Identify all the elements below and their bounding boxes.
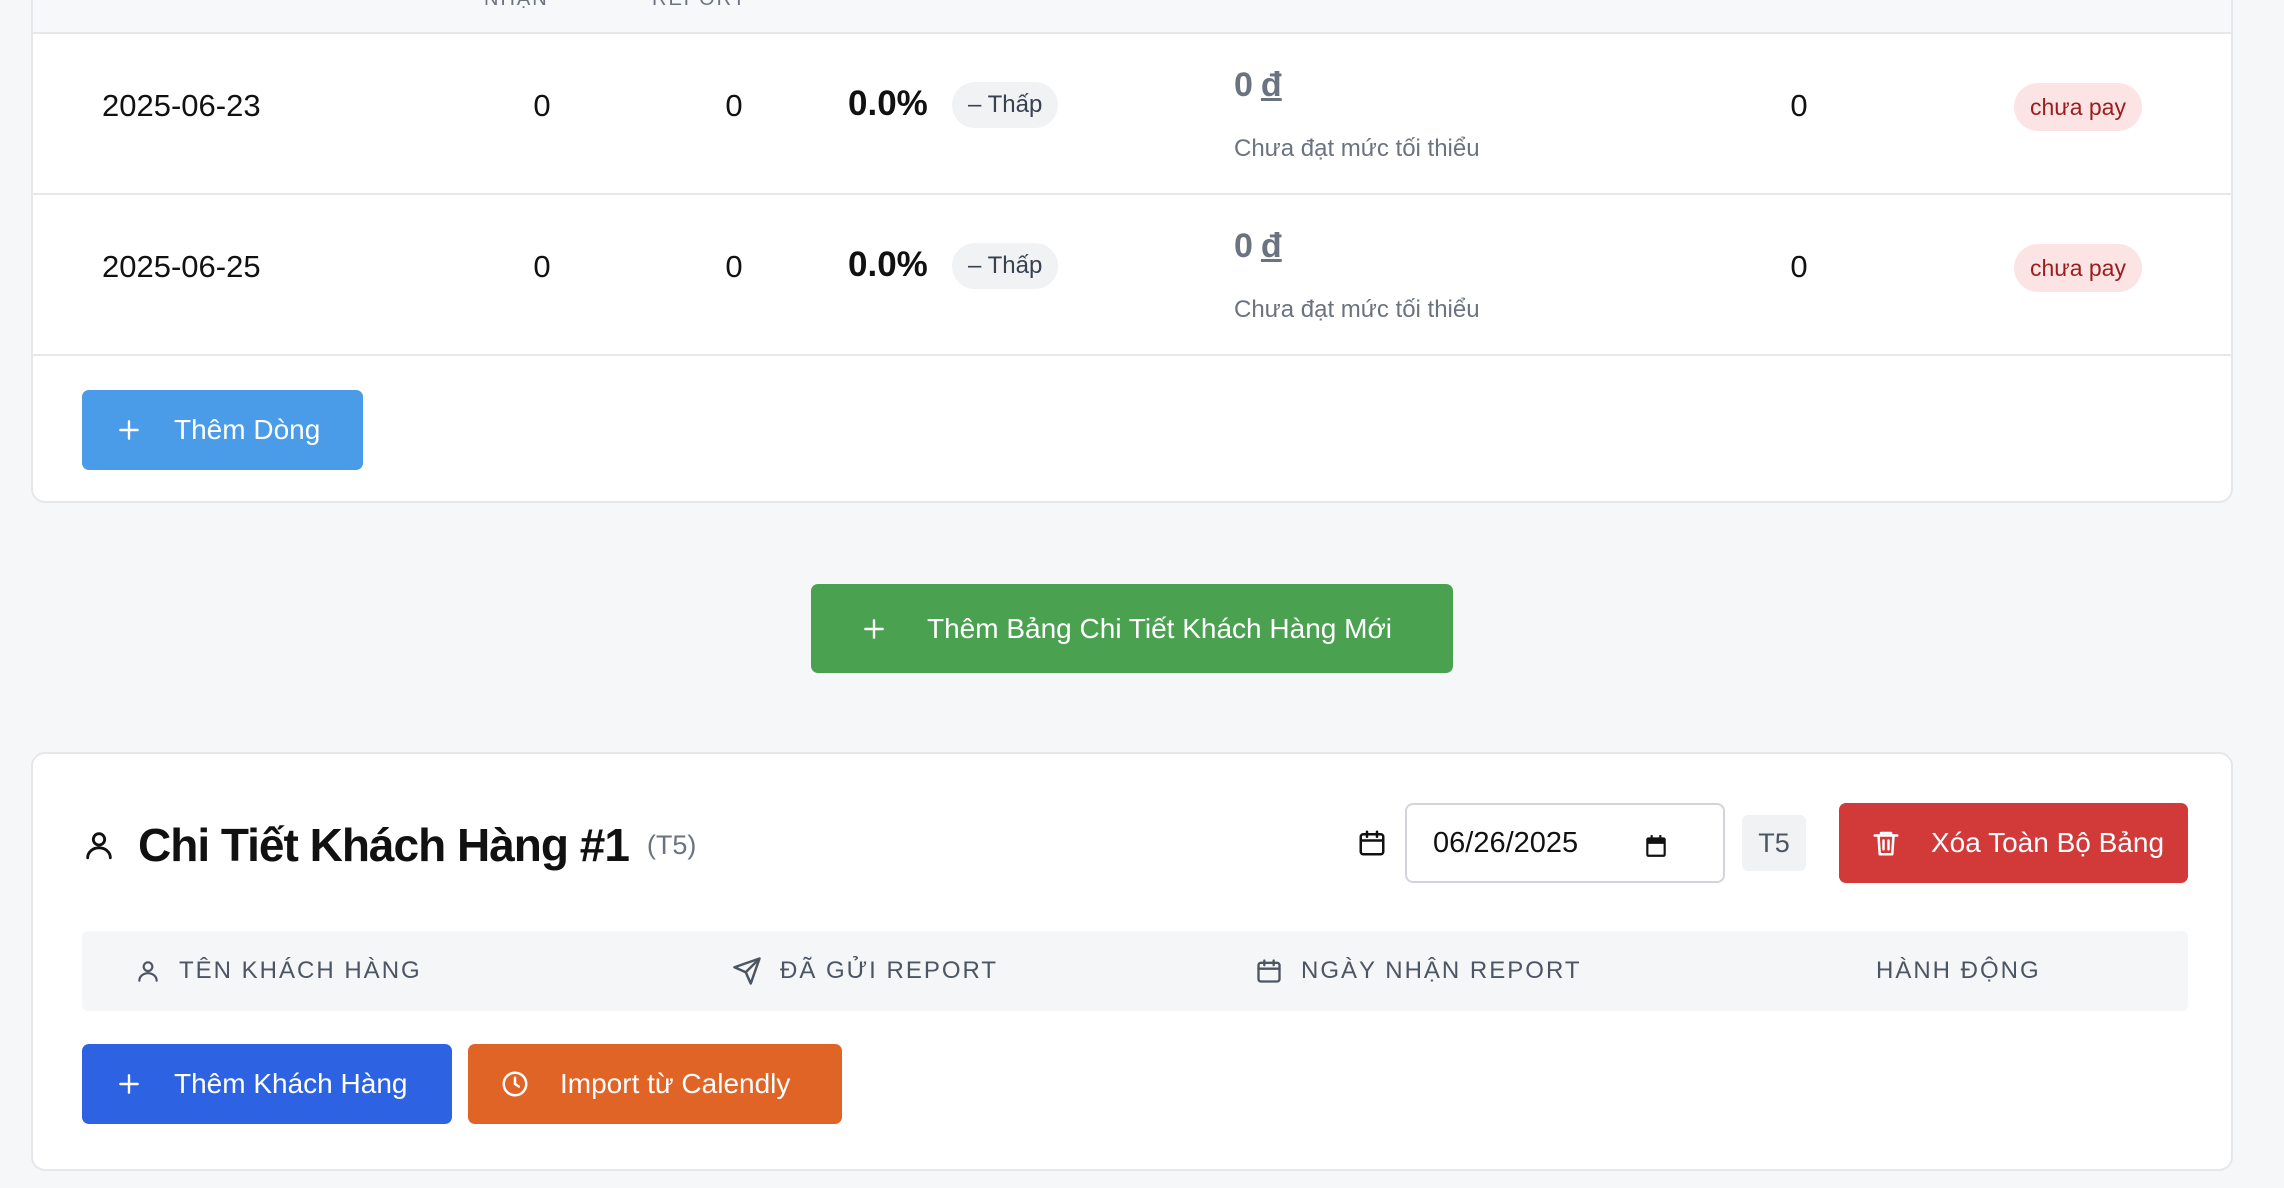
calendar-icon	[1257, 959, 1281, 983]
currency-symbol: đ	[1260, 66, 1282, 104]
column-header-action: HÀNH ĐỘNG	[1876, 931, 2041, 1011]
header-partial-report: REPORT	[652, 0, 747, 11]
row-date: 2025-06-23	[102, 88, 261, 123]
level-label: Thấp	[987, 91, 1043, 118]
column-header-label: NGÀY NHẬN REPORT	[1301, 957, 1582, 984]
daily-report-table-card: NHẬN REPORT 2025-06-23 0 0 0.0% – Thấp 0…	[31, 0, 2233, 503]
user-icon	[138, 961, 158, 982]
delete-table-label: Xóa Toàn Bộ Bảng	[1931, 827, 2165, 858]
row-rate: 0.0%	[848, 245, 928, 284]
row-value-2: 0	[725, 88, 743, 123]
date-field[interactable]: 06/26/2025	[1405, 803, 1725, 883]
add-row-label: Thêm Dòng	[174, 414, 321, 445]
row-value-1: 0	[533, 88, 551, 123]
calendar-icon	[1359, 830, 1385, 856]
add-customer-table-label: Thêm Bảng Chi Tiết Khách Hàng Mới	[927, 612, 1393, 644]
delete-table-button[interactable]: Xóa Toàn Bộ Bảng	[1839, 803, 2188, 883]
add-customer-table-button[interactable]: Thêm Bảng Chi Tiết Khách Hàng Mới	[811, 584, 1453, 673]
row-date: 2025-06-25	[102, 249, 261, 284]
row-amount: 0đ	[1234, 227, 1282, 266]
row-count: 0	[1790, 249, 1808, 284]
trash-icon	[1873, 831, 1899, 856]
plus-icon	[119, 1074, 139, 1094]
table-header-strip: NHẬN REPORT	[33, 0, 2231, 34]
status-badge: chưa pay	[2014, 244, 2142, 292]
add-customer-label: Thêm Khách Hàng	[174, 1068, 408, 1099]
plus-icon	[864, 618, 884, 639]
date-value: 06/26/2025	[1433, 826, 1579, 859]
currency-symbol: đ	[1260, 227, 1282, 265]
column-header-report-sent[interactable]: ĐÃ GỬI REPORT	[732, 931, 998, 1011]
send-icon	[733, 957, 761, 985]
import-calendly-label: Import từ Calendly	[560, 1068, 791, 1099]
column-header-label: HÀNH ĐỘNG	[1876, 957, 2041, 984]
add-customer-button[interactable]: Thêm Khách Hàng	[82, 1044, 452, 1124]
clock-icon	[502, 1071, 528, 1097]
level-badge: – Thấp	[952, 82, 1059, 128]
plus-icon	[119, 420, 139, 440]
row-value-2: 0	[725, 249, 743, 284]
customer-table-header: TÊN KHÁCH HÀNG ĐÃ GỬI REPORT NGÀY NHẬN R…	[82, 931, 2188, 1011]
level-label: Thấp	[987, 252, 1043, 279]
level-badge: – Thấp	[952, 243, 1059, 289]
column-header-label: TÊN KHÁCH HÀNG	[179, 957, 422, 984]
row-count: 0	[1790, 88, 1808, 123]
status-badge: chưa pay	[2014, 83, 2142, 131]
amount-value: 0	[1234, 66, 1253, 104]
month-tag: (T5)	[646, 829, 697, 860]
row-note: Chưa đạt mức tối thiểu	[1234, 296, 1480, 323]
add-row-button[interactable]: Thêm Dòng	[82, 390, 363, 470]
header-partial-received: NHẬN	[484, 0, 549, 11]
amount-value: 0	[1234, 227, 1253, 265]
column-header-report-received[interactable]: NGÀY NHẬN REPORT	[1255, 931, 1582, 1011]
row-value-1: 0	[533, 249, 551, 284]
column-header-label: ĐÃ GỬI REPORT	[780, 957, 999, 984]
table-row: 2025-06-25 0 0 0.0% – Thấp 0đ Chưa đạt m…	[33, 195, 2231, 356]
row-amount: 0đ	[1234, 66, 1282, 105]
customer-table-heading: Chi Tiết Khách Hàng #1 (T5)	[82, 818, 696, 872]
row-rate: 0.0%	[848, 84, 928, 123]
month-chip: T5	[1742, 815, 1806, 871]
page-title: Chi Tiết Khách Hàng #1	[138, 819, 630, 871]
column-header-customer-name[interactable]: TÊN KHÁCH HÀNG	[135, 931, 422, 1011]
customer-detail-card: Chi Tiết Khách Hàng #1 (T5) 06/26/2025 T…	[31, 752, 2233, 1171]
import-calendly-button[interactable]: Import từ Calendly	[468, 1044, 842, 1124]
table-row: 2025-06-23 0 0 0.0% – Thấp 0đ Chưa đạt m…	[33, 34, 2231, 195]
row-note: Chưa đạt mức tối thiểu	[1234, 135, 1480, 162]
user-icon	[86, 832, 112, 860]
calendar-picker-icon[interactable]	[1643, 833, 1669, 859]
